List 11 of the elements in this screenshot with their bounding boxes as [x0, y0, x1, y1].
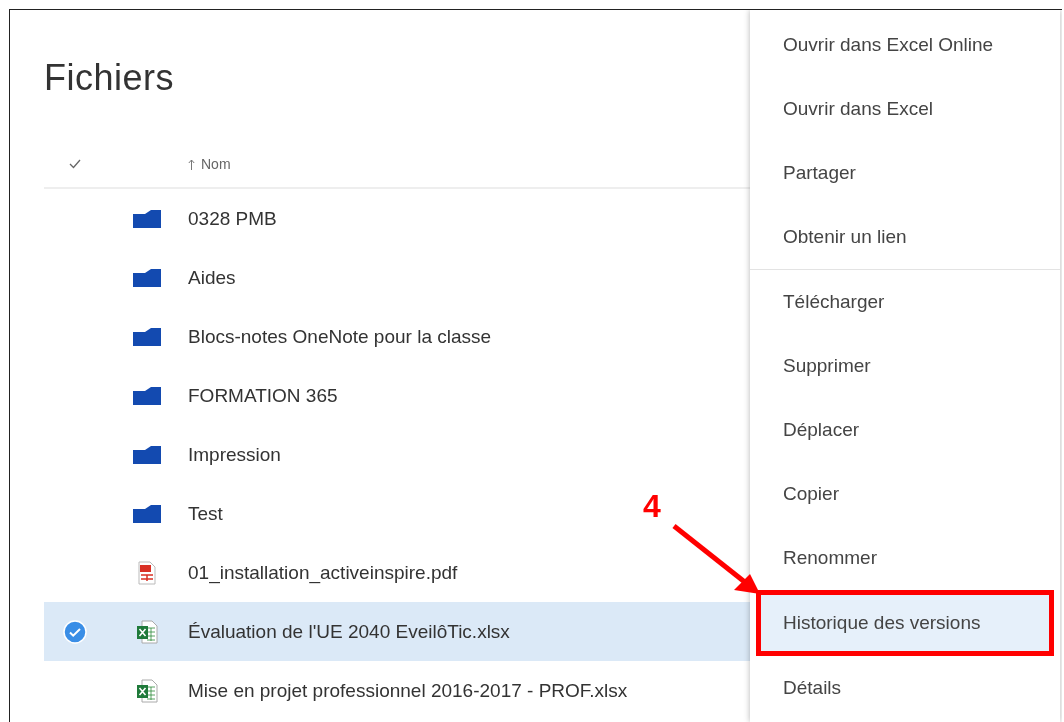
- file-name: 0328 PMB: [188, 207, 277, 230]
- file-name: 01_installation_activeinspire.pdf: [188, 561, 458, 584]
- file-name: Aides: [188, 266, 236, 289]
- step-number: 4: [643, 488, 661, 525]
- file-name: FORMATION 365: [188, 384, 338, 407]
- file-name: Évaluation de l'UE 2040 EveilôTic.xlsx: [188, 620, 510, 643]
- file-name: Mise en projet professionnel 2016-2017 - PROF.xlsx: [188, 679, 628, 702]
- file-name: Test: [188, 502, 223, 525]
- page-title: Fichiers: [44, 57, 175, 99]
- file-name: Blocs-notes OneNote pour la classe: [188, 325, 492, 348]
- file-name: Impression: [188, 443, 281, 466]
